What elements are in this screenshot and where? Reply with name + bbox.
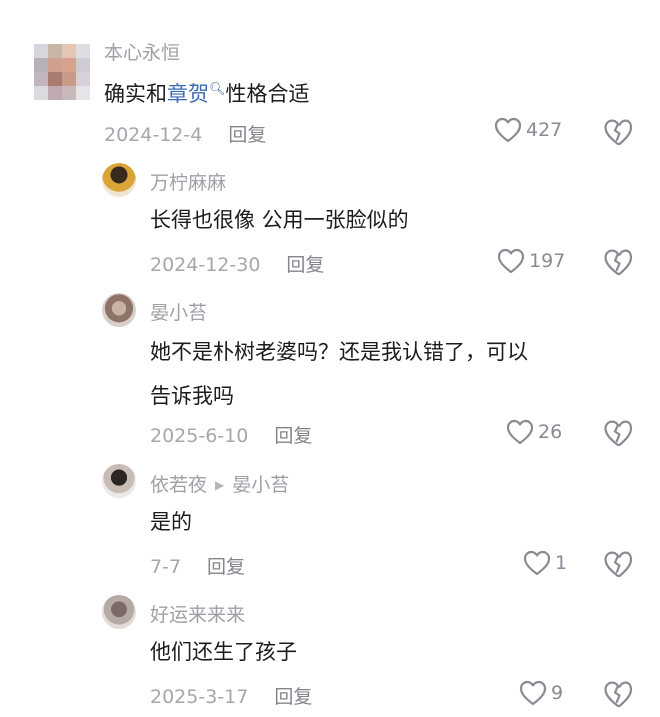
heart-outline-icon	[523, 550, 551, 576]
comment-text-before: 确实和	[104, 82, 167, 106]
comment-date: 7-7	[150, 556, 182, 578]
broken-heart-icon[interactable]	[603, 248, 633, 276]
comment-date: 2024-12-4	[104, 124, 203, 146]
reply-arrow-icon: ▶	[215, 478, 225, 492]
username[interactable]: 好运来来来	[150, 600, 245, 627]
avatar[interactable]	[102, 293, 136, 327]
comment-item: 本心永恒 确实和章贺🔍︎性格合适 2024-12-4 回复 427	[0, 0, 660, 160]
reply-button[interactable]: 回复	[286, 254, 324, 276]
comment-meta: 2025-6-10 回复	[150, 421, 312, 448]
mention-link-label: 章贺	[167, 82, 209, 106]
like-button[interactable]: 9	[519, 680, 563, 706]
comment-text: 长得也很像 公用一张脸似的	[150, 208, 409, 232]
comment-text: 她不是朴树老婆吗？还是我认错了，可以 告诉我吗	[150, 330, 528, 418]
username: 依若夜 ▶ 晏小苔	[150, 470, 289, 497]
reply-to-username[interactable]: 晏小苔	[232, 474, 289, 496]
avatar[interactable]	[34, 44, 90, 100]
like-count: 427	[526, 119, 563, 141]
comment-meta: 7-7 回复	[150, 552, 245, 579]
like-count: 1	[555, 552, 568, 574]
comment-text: 确实和章贺🔍︎性格合适	[104, 68, 310, 116]
username-label[interactable]: 依若夜	[150, 474, 207, 496]
comment-meta: 2024-12-4 回复	[104, 120, 266, 147]
comment-text-line: 她不是朴树老婆吗？还是我认错了，可以	[150, 340, 528, 364]
comment-date: 2025-3-17	[150, 686, 249, 708]
reply-button[interactable]: 回复	[207, 556, 245, 578]
like-button[interactable]: 1	[523, 550, 567, 576]
reply-button[interactable]: 回复	[274, 425, 312, 447]
avatar[interactable]	[102, 163, 136, 197]
heart-outline-icon	[497, 248, 525, 274]
username[interactable]: 万柠麻麻	[150, 168, 226, 195]
like-button[interactable]: 26	[506, 419, 562, 445]
reply-button[interactable]: 回复	[274, 686, 312, 708]
comment-date: 2025-6-10	[150, 425, 249, 447]
like-button[interactable]: 197	[497, 248, 565, 274]
like-button[interactable]: 427	[494, 117, 562, 143]
avatar[interactable]	[102, 464, 136, 498]
comment-meta: 2024-12-30 回复	[150, 250, 324, 277]
comment-text: 他们还生了孩子	[150, 640, 297, 664]
heart-outline-icon	[519, 680, 547, 706]
comment-text: 是的	[150, 510, 192, 534]
broken-heart-icon[interactable]	[603, 118, 633, 146]
avatar[interactable]	[102, 595, 136, 629]
heart-outline-icon	[494, 117, 522, 143]
comment-date: 2024-12-30	[150, 254, 261, 276]
mention-link[interactable]: 章贺🔍︎	[167, 82, 226, 106]
username[interactable]: 晏小苔	[150, 298, 207, 325]
broken-heart-icon[interactable]	[603, 419, 633, 447]
comment-text-after: 性格合适	[225, 82, 310, 106]
search-icon: 🔍︎	[209, 82, 226, 97]
heart-outline-icon	[506, 419, 534, 445]
broken-heart-icon[interactable]	[603, 550, 633, 578]
reply-button[interactable]: 回复	[228, 124, 266, 146]
broken-heart-icon[interactable]	[603, 680, 633, 708]
username[interactable]: 本心永恒	[104, 38, 180, 65]
like-count: 26	[538, 421, 563, 443]
comment-meta: 2025-3-17 回复	[150, 682, 312, 709]
comment-text-line: 告诉我吗	[150, 384, 234, 408]
like-count: 197	[529, 250, 566, 272]
like-count: 9	[551, 682, 564, 704]
